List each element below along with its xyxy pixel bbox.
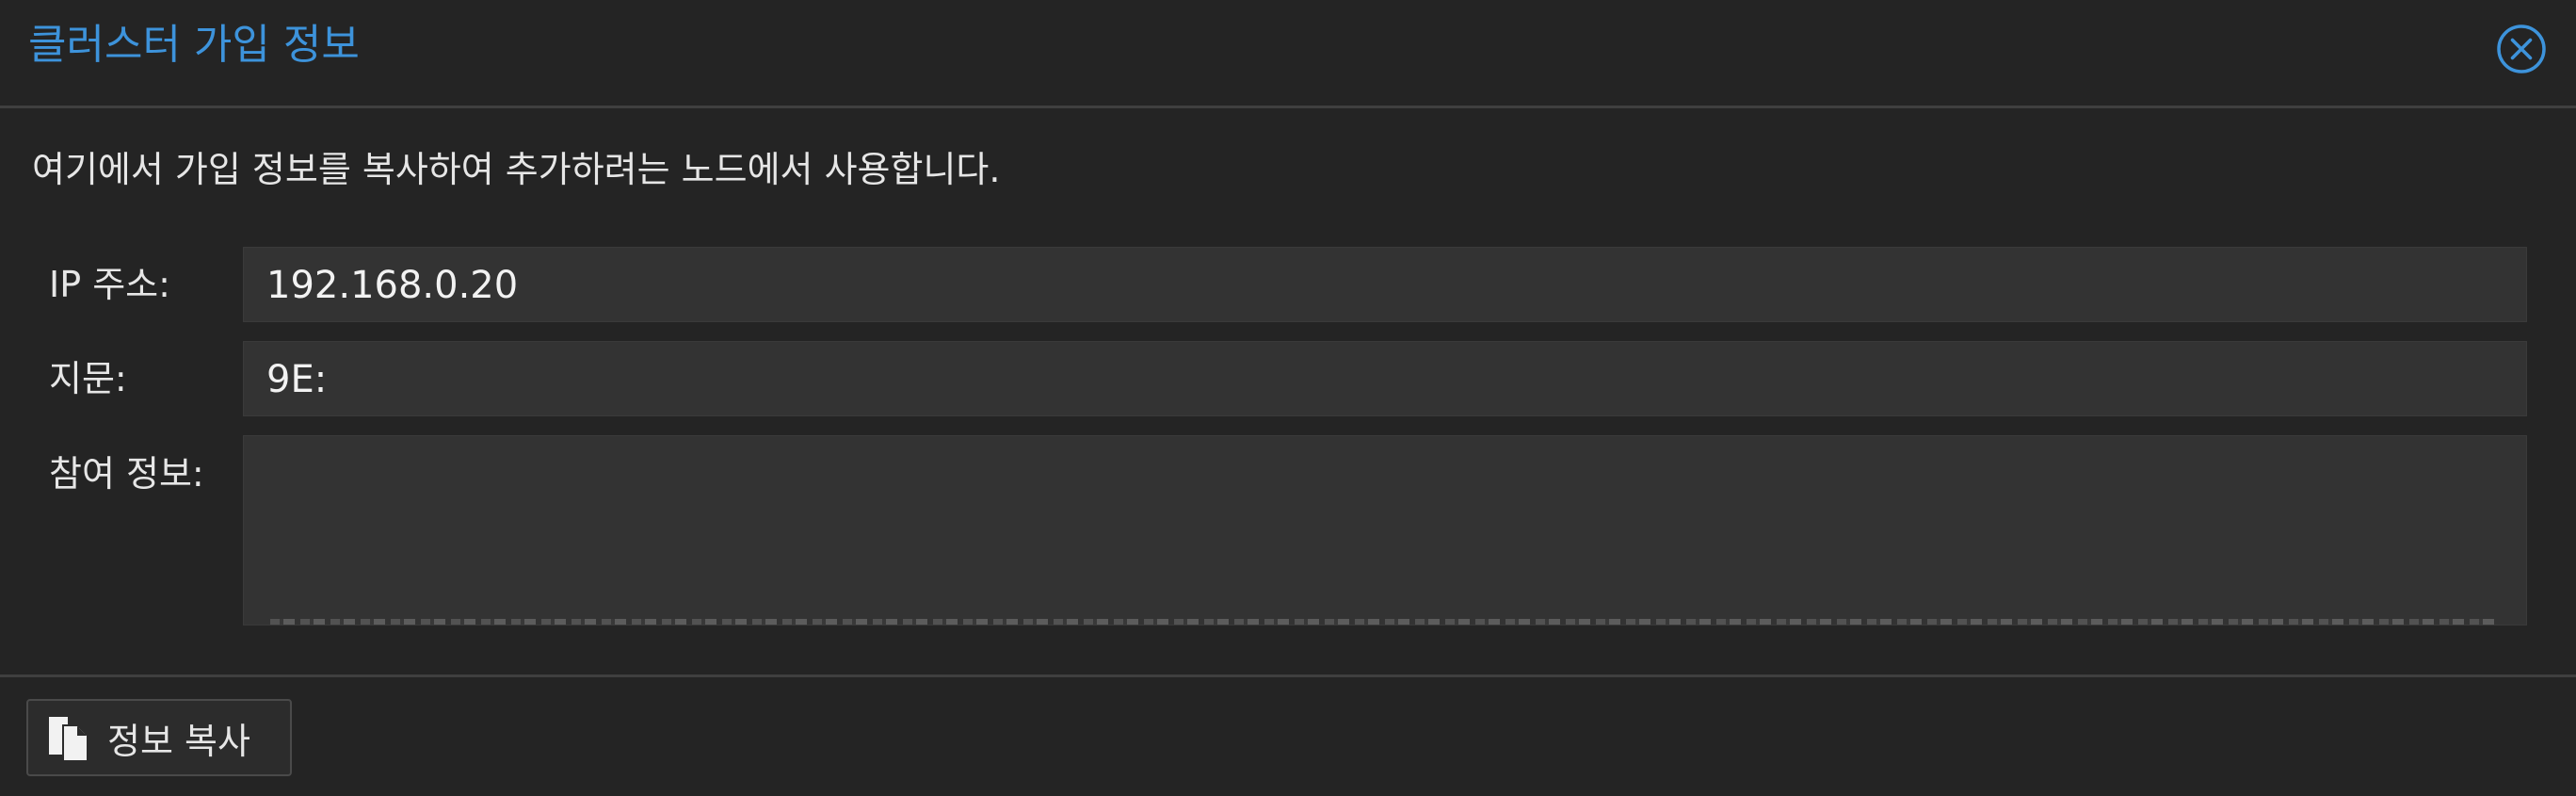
join-info-dialog: 클러스터 가입 정보 여기에서 가입 정보를 복사하여 추가하려는 노드에서 사…	[0, 0, 2576, 796]
dialog-description: 여기에서 가입 정보를 복사하여 추가하려는 노드에서 사용합니다.	[32, 149, 1001, 190]
fingerprint-field[interactable]: 9E:	[243, 341, 2527, 416]
close-button[interactable]	[2495, 23, 2548, 75]
copy-icon	[49, 717, 87, 760]
join-info-label: 참여 정보:	[49, 453, 204, 495]
dialog-footer	[0, 674, 2576, 796]
fingerprint-label: 지문:	[49, 358, 127, 399]
ip-address-field[interactable]: 192.168.0.20	[243, 247, 2527, 322]
join-info-textarea[interactable]	[243, 435, 2527, 625]
join-info-overflow-text	[270, 619, 2500, 625]
dialog-title: 클러스터 가입 정보	[28, 21, 360, 69]
ip-address-label: IP 주소:	[49, 264, 170, 305]
dialog-header: 클러스터 가입 정보	[0, 0, 2576, 108]
close-icon	[2497, 24, 2546, 73]
copy-info-button[interactable]: 정보 복사	[26, 699, 292, 776]
copy-info-button-label: 정보 복사	[107, 720, 250, 762]
